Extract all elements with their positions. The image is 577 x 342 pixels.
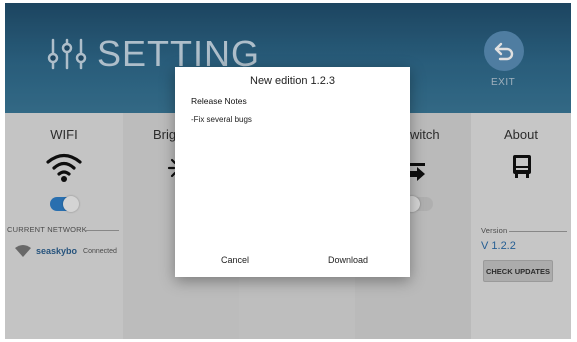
dialog-title: New edition 1.2.3: [250, 75, 335, 87]
release-notes-label: Release Notes: [191, 96, 247, 106]
download-button[interactable]: Download: [328, 255, 368, 265]
update-dialog: New edition 1.2.3 Release Notes -Fix sev…: [175, 67, 410, 277]
release-note-item: -Fix several bugs: [191, 115, 252, 124]
settings-screen: SETTING EXIT WIFI CURRENT NETWORK seasky…: [5, 3, 571, 339]
cancel-button[interactable]: Cancel: [221, 255, 249, 265]
